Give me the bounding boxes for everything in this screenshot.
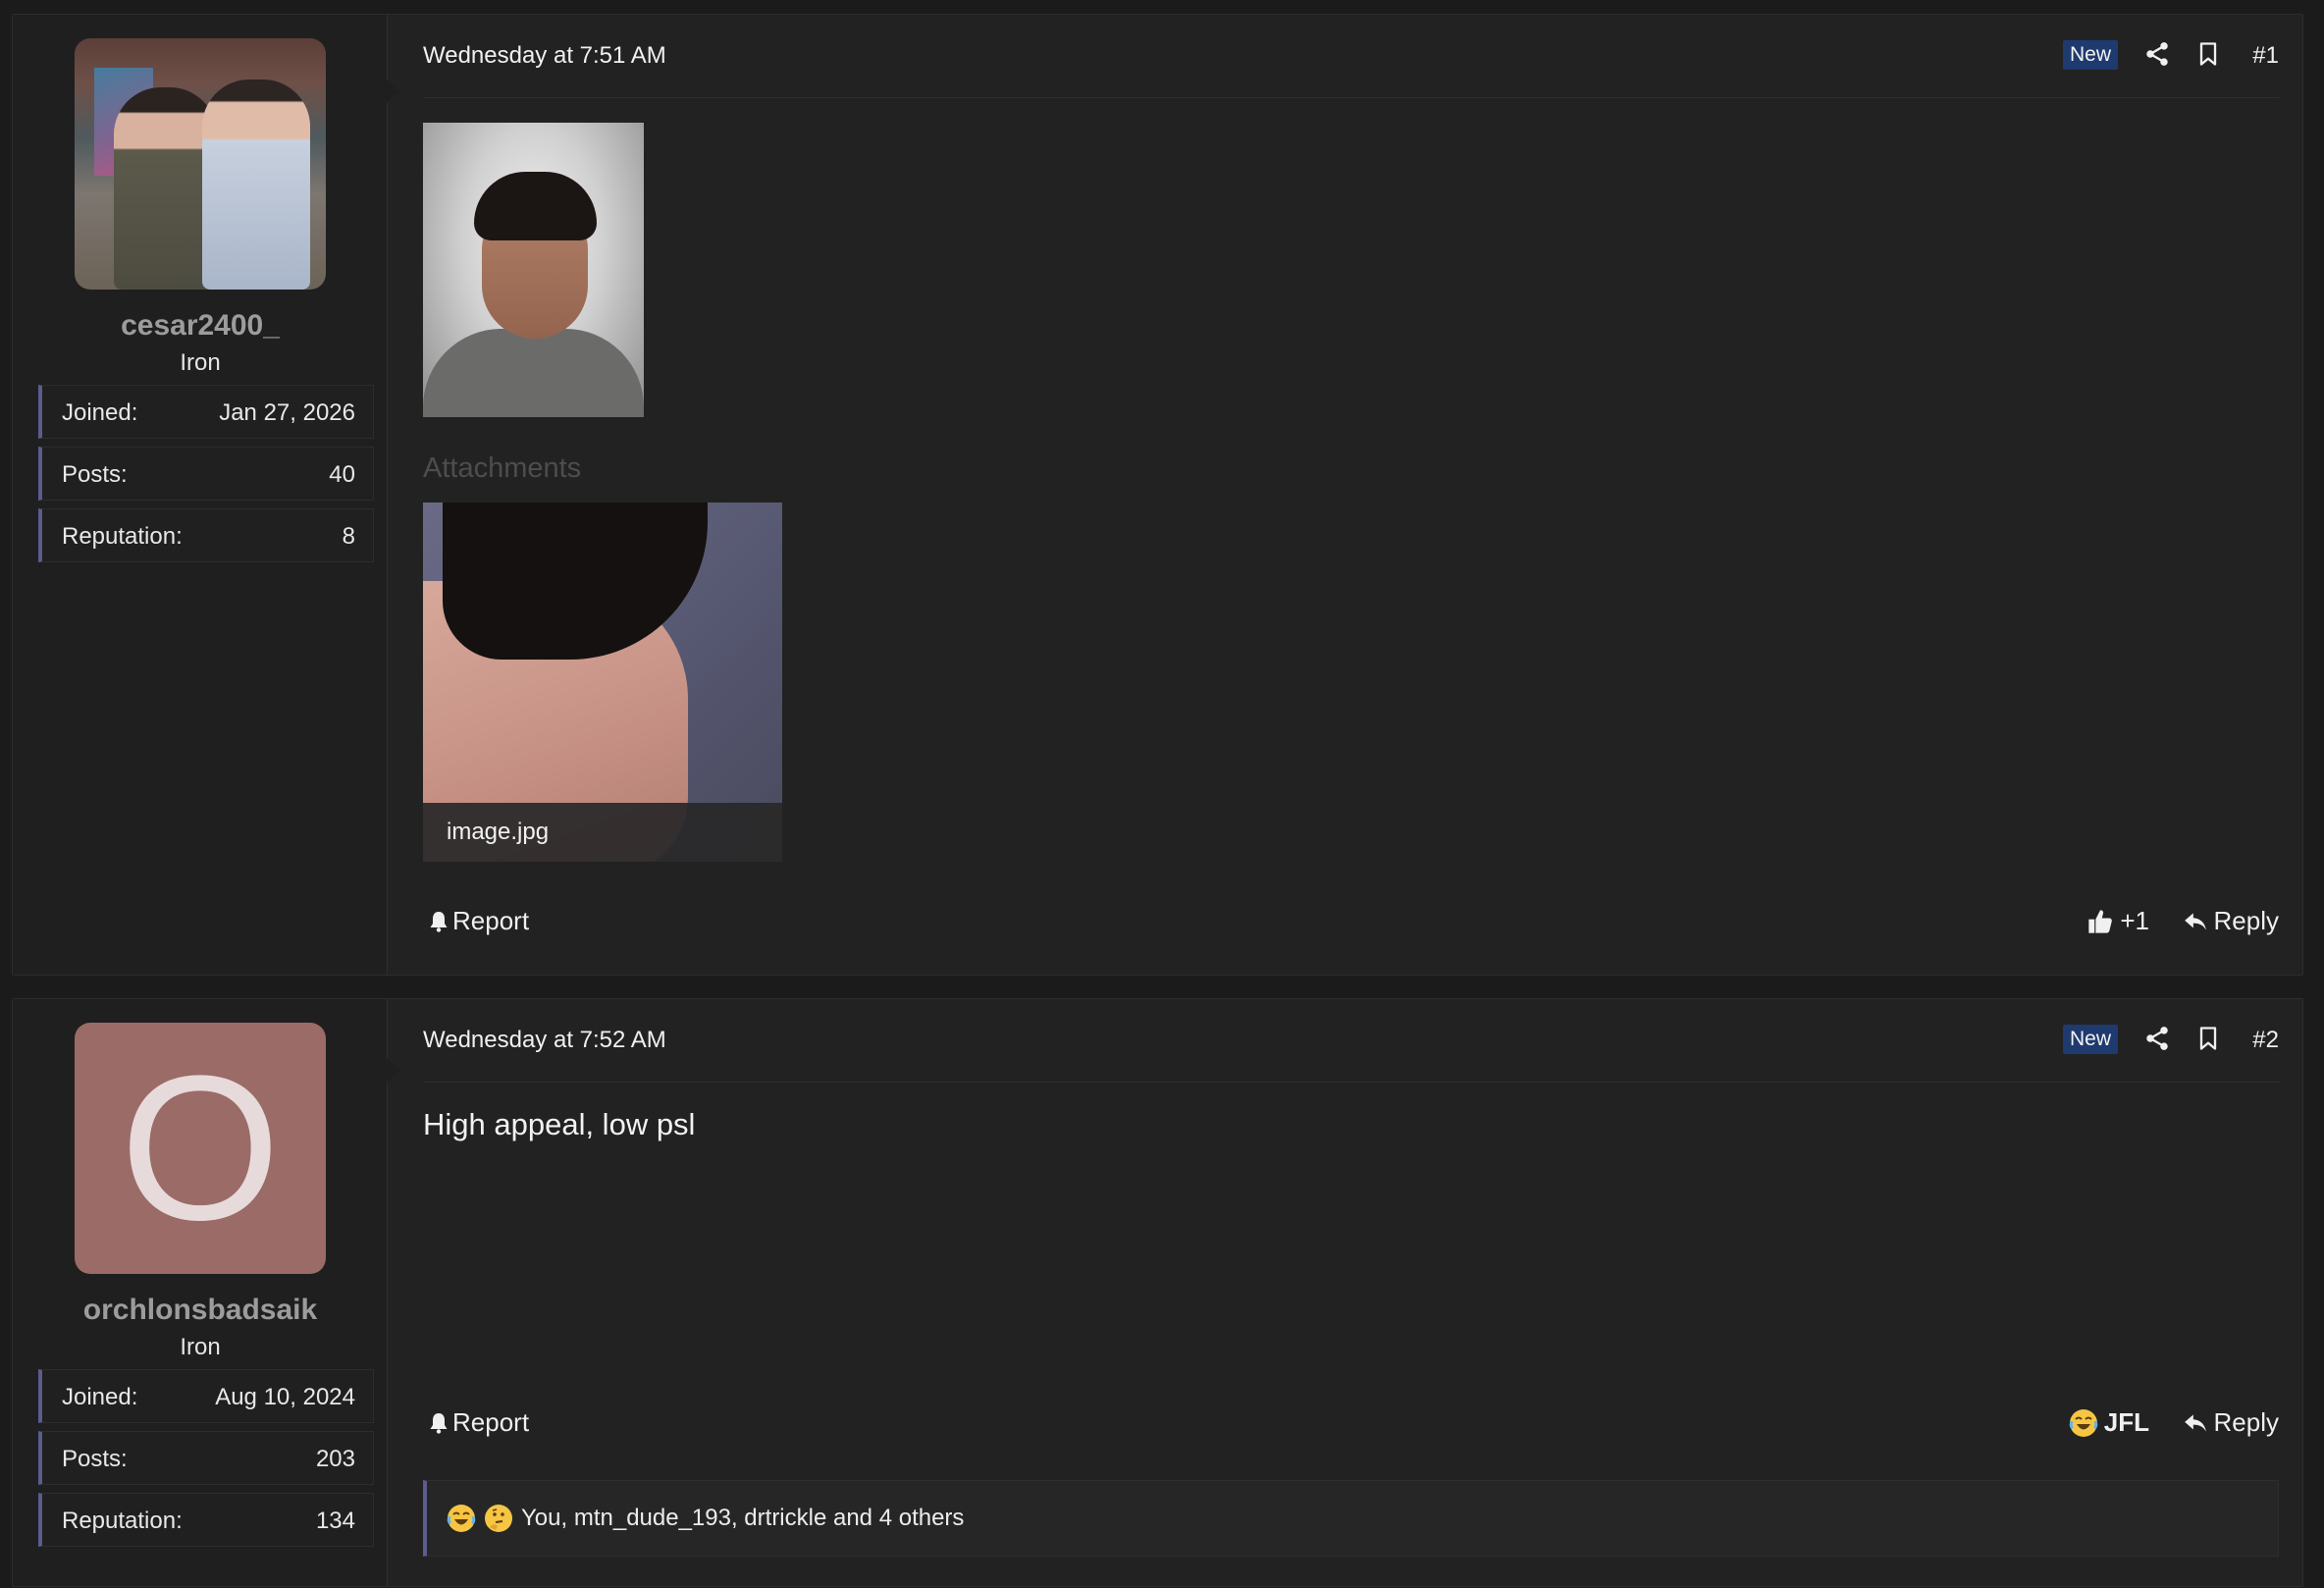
post-header: Wednesday at 7:52 AM New #2 xyxy=(423,999,2279,1083)
stat-joined: Joined: Jan 27, 2026 xyxy=(38,385,374,439)
stat-joined: Joined: Aug 10, 2024 xyxy=(38,1369,374,1423)
reply-arrow-icon xyxy=(2184,1413,2206,1432)
stat-label: Reputation: xyxy=(62,1508,183,1534)
attachment-thumbnail[interactable]: image.jpg xyxy=(423,503,782,862)
post-date[interactable]: Wednesday at 7:52 AM xyxy=(423,1027,666,1054)
bookmark-icon[interactable] xyxy=(2194,1025,2222,1052)
avatar[interactable] xyxy=(75,38,326,290)
post-main: Wednesday at 7:51 AM New #1 Attachments xyxy=(388,15,2302,975)
bookmark-icon[interactable] xyxy=(2194,40,2222,68)
post-footer: Report +1 Reply xyxy=(423,906,2279,945)
post-number[interactable]: #2 xyxy=(2252,1027,2279,1054)
post-header: Wednesday at 7:51 AM New #1 xyxy=(423,15,2279,98)
inline-image[interactable] xyxy=(423,123,644,417)
reaction-button[interactable]: JFL xyxy=(2069,1407,2149,1438)
stat-value: 203 xyxy=(315,1446,355,1472)
stat-value: Jan 27, 2026 xyxy=(219,399,355,426)
share-icon[interactable] xyxy=(2143,1025,2171,1052)
report-label: Report xyxy=(452,906,530,935)
stat-posts: Posts: 203 xyxy=(38,1431,374,1485)
report-button[interactable]: Report xyxy=(427,906,529,936)
stat-label: Joined: xyxy=(62,399,138,426)
stat-reputation: Reputation: 134 xyxy=(38,1493,374,1547)
stat-value: Aug 10, 2024 xyxy=(215,1384,355,1410)
post-main: Wednesday at 7:52 AM New #2 High appeal,… xyxy=(388,999,2302,1586)
bell-icon xyxy=(430,911,448,932)
crying-laughing-emoji-icon xyxy=(447,1505,476,1532)
post-1: cesar2400_ Iron Joined: Jan 27, 2026 Pos… xyxy=(12,14,2303,976)
bell-icon xyxy=(430,1412,448,1434)
user-title: Iron xyxy=(180,1334,221,1360)
stat-label: Posts: xyxy=(62,1446,128,1472)
report-button[interactable]: Report xyxy=(427,1407,529,1438)
stat-value: 134 xyxy=(315,1508,355,1534)
crying-laughing-emoji-icon xyxy=(2069,1408,2098,1437)
reply-arrow-icon xyxy=(2184,912,2206,930)
reaction-button[interactable]: +1 xyxy=(2086,906,2149,936)
reply-label: Reply xyxy=(2213,1407,2279,1437)
stat-posts: Posts: 40 xyxy=(38,447,374,501)
reaction-label: JFL xyxy=(2103,1407,2149,1437)
reply-button[interactable]: Reply xyxy=(2183,906,2279,936)
report-label: Report xyxy=(452,1407,530,1437)
stat-reputation: Reputation: 8 xyxy=(38,508,374,562)
username[interactable]: orchlonsbadsaik xyxy=(13,1294,388,1327)
new-badge: New xyxy=(2062,1025,2118,1054)
attachment-filename: image.jpg xyxy=(447,819,550,845)
reactions-summary-text: You, mtn_dude_193, drtrickle and 4 other… xyxy=(521,1505,965,1531)
share-icon[interactable] xyxy=(2143,40,2171,68)
attachment-caption: image.jpg xyxy=(423,803,782,862)
thinking-face-emoji-icon xyxy=(485,1505,512,1532)
post-number[interactable]: #1 xyxy=(2252,42,2279,70)
attachments-heading: Attachments xyxy=(423,452,582,484)
reaction-label: +1 xyxy=(2120,906,2149,935)
user-panel: cesar2400_ Iron Joined: Jan 27, 2026 Pos… xyxy=(13,15,388,975)
post-body-text: High appeal, low psl xyxy=(423,1107,696,1141)
username[interactable]: cesar2400_ xyxy=(13,309,388,343)
post-2: O orchlonsbadsaik Iron Joined: Aug 10, 2… xyxy=(12,998,2303,1587)
user-title: Iron xyxy=(180,349,221,376)
reply-button[interactable]: Reply xyxy=(2183,1407,2279,1438)
avatar[interactable]: O xyxy=(75,1023,326,1274)
post-footer: Report JFL Reply xyxy=(423,1407,2279,1447)
reactions-summary-bar[interactable]: You, mtn_dude_193, drtrickle and 4 other… xyxy=(423,1480,2279,1557)
stat-label: Reputation: xyxy=(62,523,183,550)
post-date[interactable]: Wednesday at 7:51 AM xyxy=(423,42,666,70)
new-badge: New xyxy=(2062,40,2118,70)
stat-label: Joined: xyxy=(62,1384,138,1410)
user-panel: O orchlonsbadsaik Iron Joined: Aug 10, 2… xyxy=(13,999,388,1586)
thumbs-up-icon xyxy=(2088,909,2113,933)
stat-value: 40 xyxy=(329,461,355,488)
reply-label: Reply xyxy=(2213,906,2279,935)
stat-value: 8 xyxy=(342,523,355,550)
avatar-letter: O xyxy=(120,1032,281,1263)
stat-label: Posts: xyxy=(62,461,128,488)
